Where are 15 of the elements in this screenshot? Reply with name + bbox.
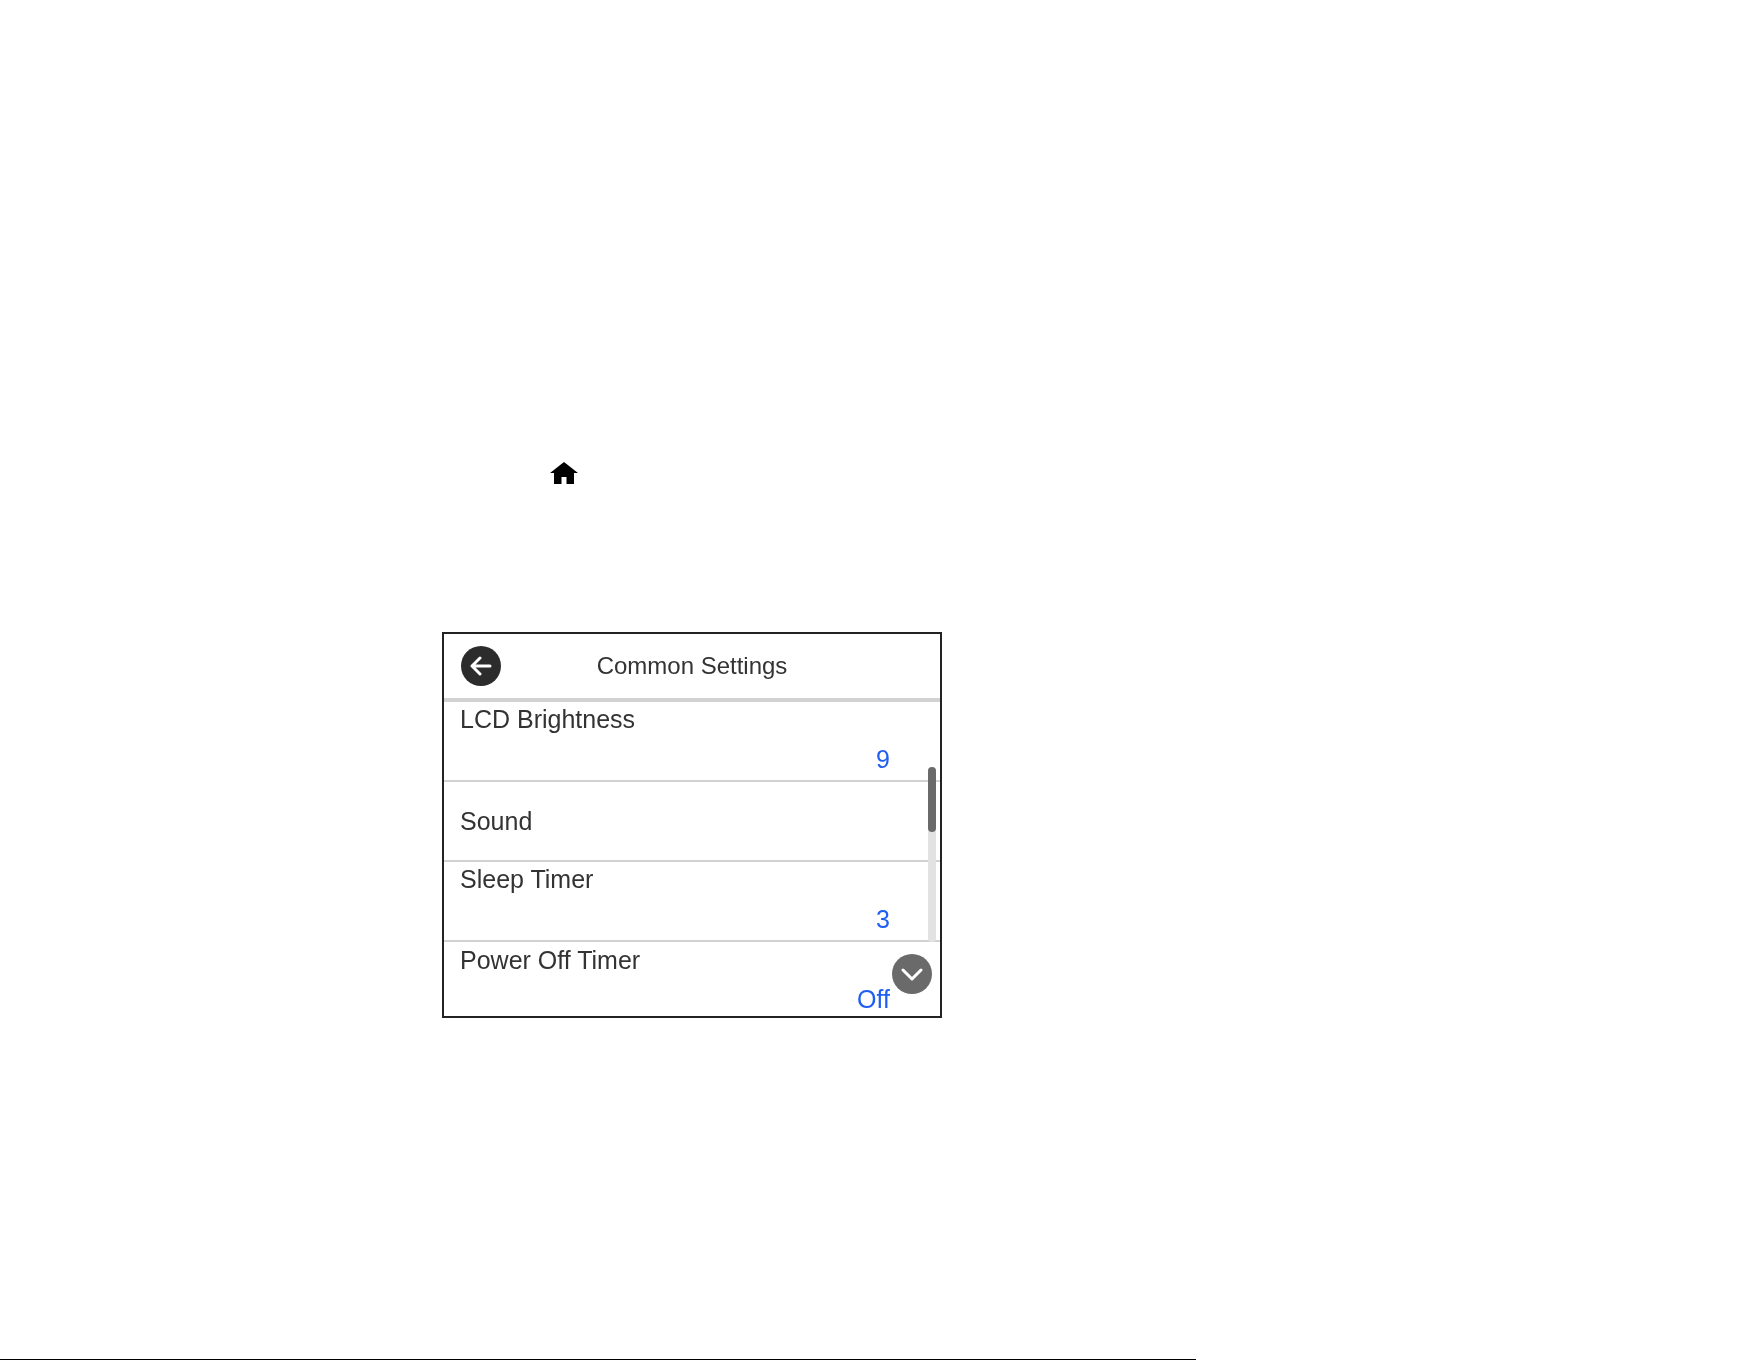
item-value: 3: [876, 905, 890, 934]
scroll-down-button[interactable]: [892, 954, 932, 994]
item-label: Power Off Timer: [460, 946, 641, 975]
home-icon: [550, 462, 578, 484]
item-value: Off: [857, 985, 890, 1014]
item-label: Sound: [460, 806, 533, 836]
scrollbar-thumb[interactable]: [928, 767, 936, 832]
item-label: LCD Brightness: [460, 705, 636, 734]
item-label: Sleep Timer: [460, 865, 594, 894]
chevron-down-icon: [901, 967, 923, 981]
menu-item[interactable]: Power Off Timer Off: [444, 942, 940, 1016]
screen-title: Common Settings: [596, 652, 788, 680]
item-value: 9: [876, 745, 890, 774]
back-button[interactable]: [461, 646, 501, 686]
left-arrow-icon: [470, 656, 492, 676]
